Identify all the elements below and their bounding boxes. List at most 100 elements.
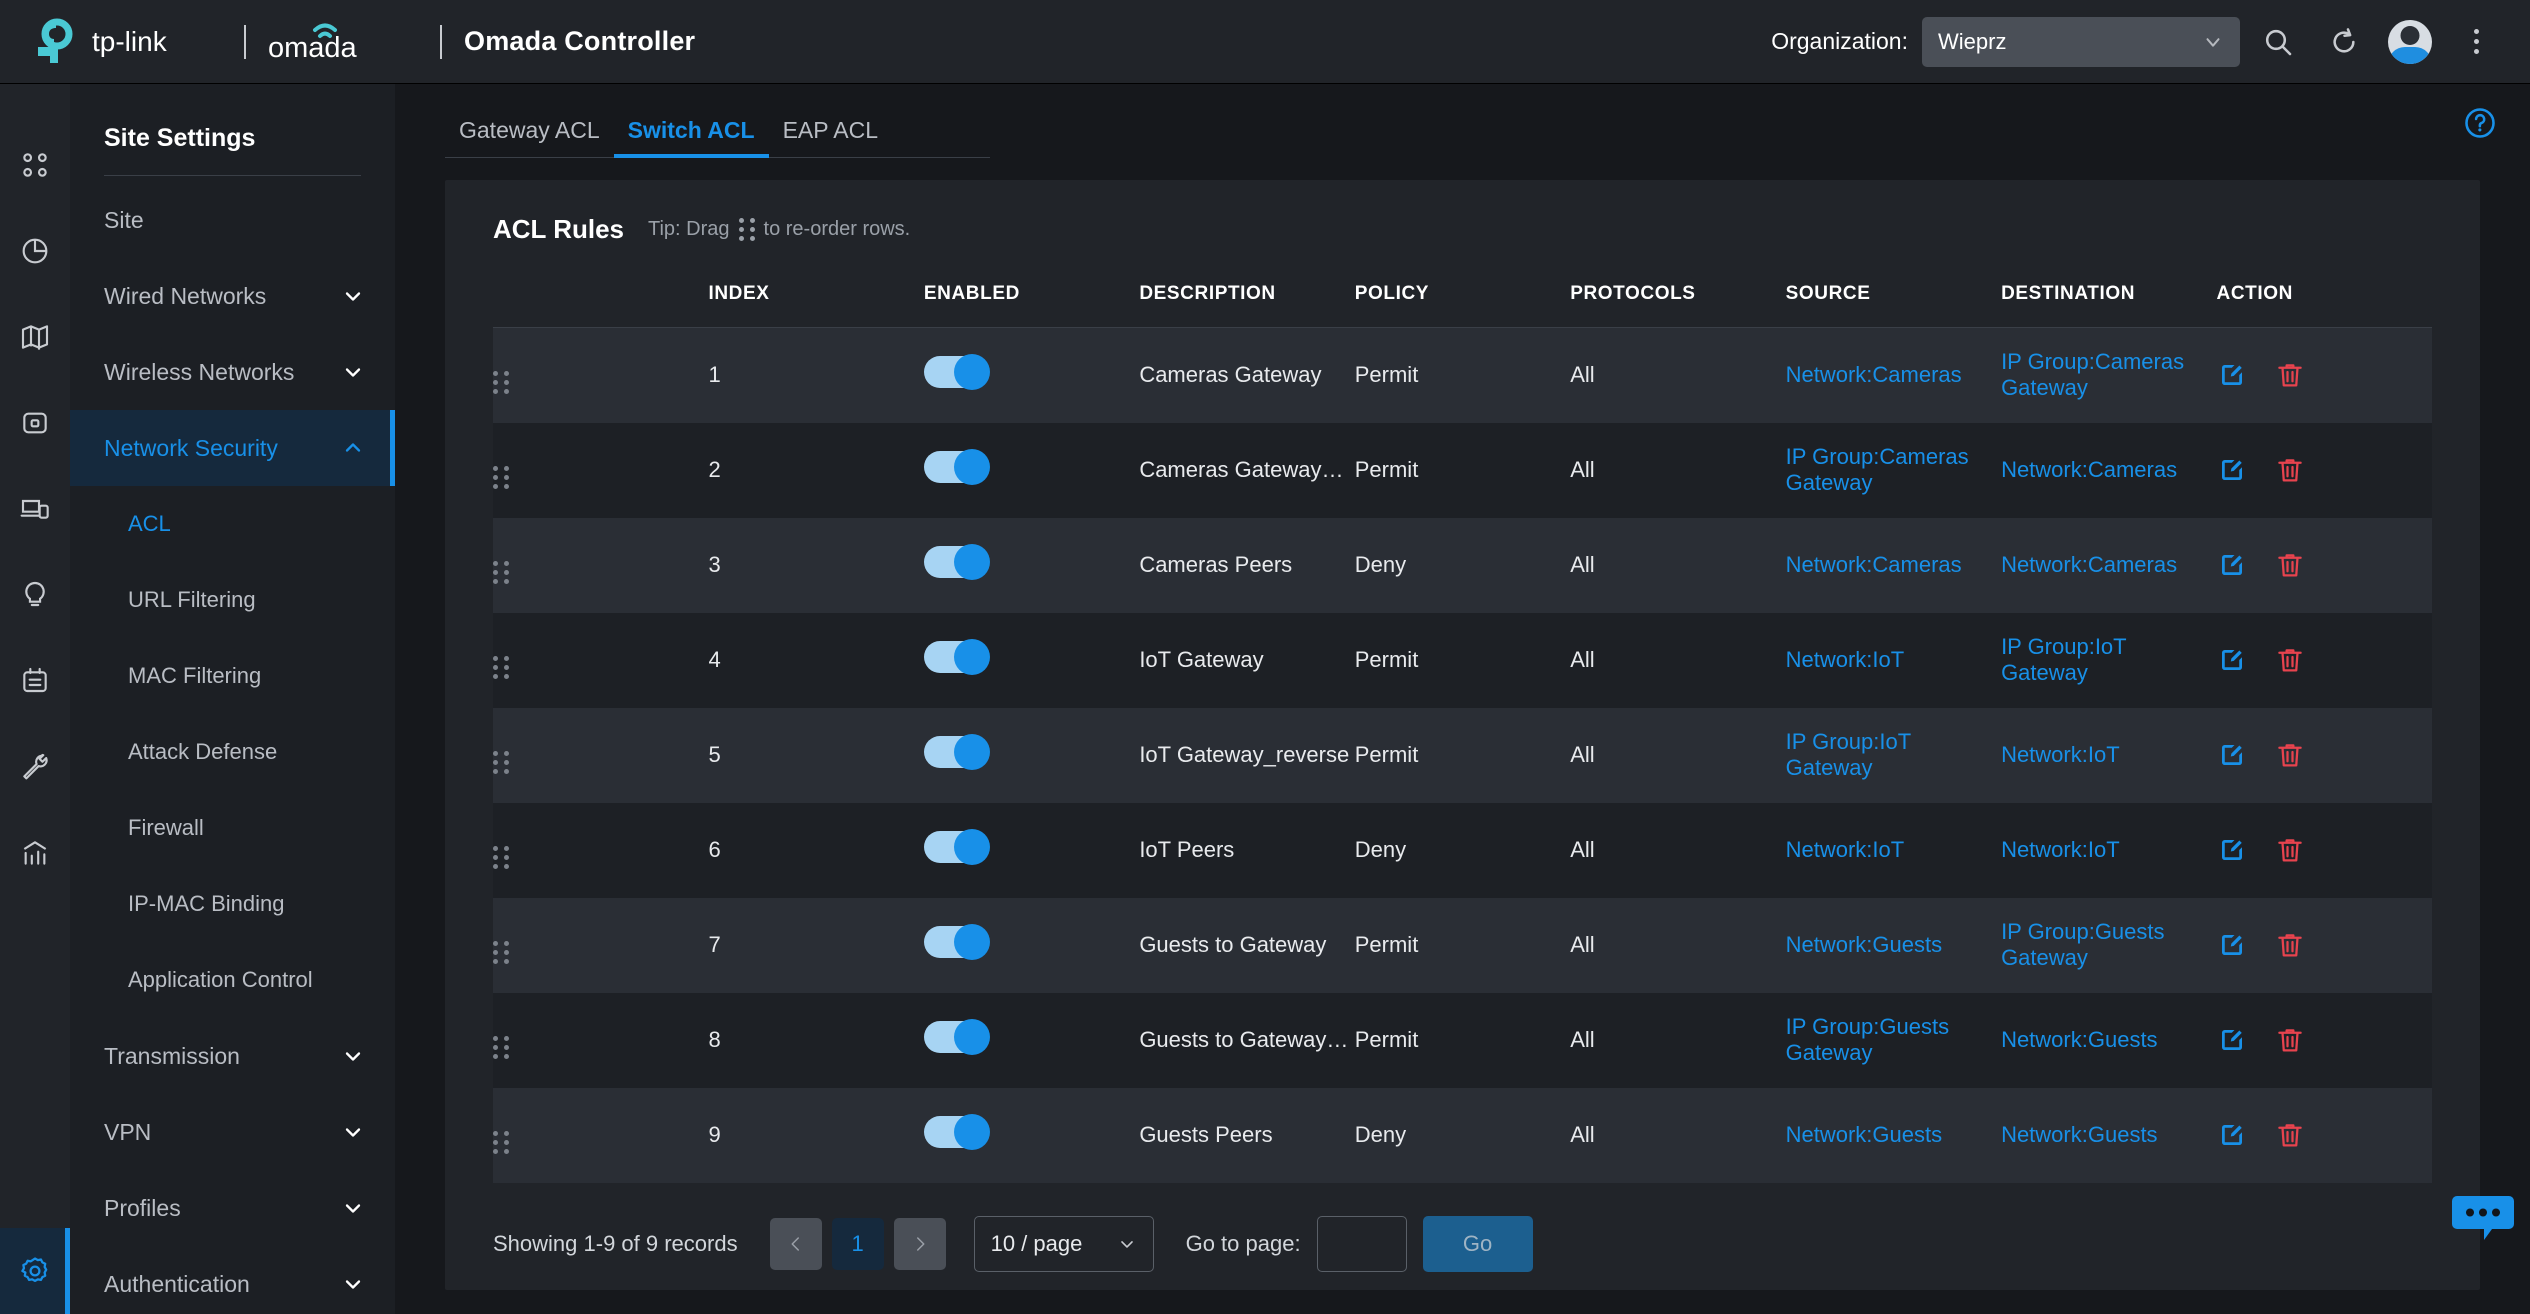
edit-icon[interactable] xyxy=(2217,1025,2247,1055)
enabled-toggle[interactable] xyxy=(923,1114,990,1150)
row-actions[interactable] xyxy=(2217,898,2433,993)
edit-icon[interactable] xyxy=(2217,645,2247,675)
sidebar-item-acl[interactable]: ACL xyxy=(70,486,395,562)
sidebar-item-transmission[interactable]: Transmission xyxy=(70,1018,395,1094)
tab-gateway-acl[interactable]: Gateway ACL xyxy=(445,117,614,158)
sidebar-item-firewall[interactable]: Firewall xyxy=(70,790,395,866)
row-source[interactable]: Network:Cameras xyxy=(1786,518,2001,613)
delete-icon[interactable] xyxy=(2275,835,2305,865)
rail-item-settings[interactable] xyxy=(0,1228,70,1314)
rail-item-insight[interactable] xyxy=(0,552,70,638)
row-actions[interactable] xyxy=(2217,328,2433,423)
row-actions[interactable] xyxy=(2217,803,2433,898)
enabled-toggle[interactable] xyxy=(923,829,990,865)
table-row[interactable]: 1 Cameras Gateway Permit All Network:Cameras… xyxy=(493,327,2433,423)
row-enabled[interactable] xyxy=(923,1088,1139,1183)
row-drag-cell[interactable] xyxy=(493,708,708,803)
rail-item-log[interactable] xyxy=(0,638,70,724)
row-drag-cell[interactable] xyxy=(493,803,708,898)
table-row[interactable]: 7 Guests to Gateway Permit All Network:Guest… xyxy=(493,897,2433,993)
sidebar-item-network-security[interactable]: Network Security xyxy=(70,410,395,486)
edit-icon[interactable] xyxy=(2217,360,2247,390)
sidebar-item-wireless-networks[interactable]: Wireless Networks xyxy=(70,334,395,410)
refresh-button[interactable] xyxy=(2316,14,2372,70)
goto-page-input[interactable] xyxy=(1316,1216,1407,1272)
row-source[interactable]: Network:IoT xyxy=(1786,803,2001,898)
row-enabled[interactable] xyxy=(923,423,1139,518)
row-destination[interactable]: Network:IoT xyxy=(2001,708,2216,803)
row-enabled[interactable] xyxy=(923,328,1139,423)
row-enabled[interactable] xyxy=(923,708,1139,803)
row-drag-cell[interactable] xyxy=(493,328,708,423)
row-actions[interactable] xyxy=(2217,518,2433,613)
row-drag-cell[interactable] xyxy=(493,613,708,708)
enabled-toggle[interactable] xyxy=(923,639,990,675)
delete-icon[interactable] xyxy=(2275,930,2305,960)
drag-handle-icon[interactable] xyxy=(493,656,509,679)
enabled-toggle[interactable] xyxy=(923,544,990,580)
sidebar-item-wired-networks[interactable]: Wired Networks xyxy=(70,258,395,334)
rail-item-devices[interactable] xyxy=(0,380,70,466)
row-enabled[interactable] xyxy=(923,518,1139,613)
row-source[interactable]: IP Group:Cameras Gateway xyxy=(1786,423,2001,518)
drag-handle-icon[interactable] xyxy=(493,1036,509,1059)
row-actions[interactable] xyxy=(2217,423,2433,518)
row-actions[interactable] xyxy=(2217,613,2433,708)
prev-page-button[interactable] xyxy=(769,1218,822,1270)
enabled-toggle[interactable] xyxy=(923,354,990,391)
row-actions[interactable] xyxy=(2217,708,2433,803)
row-enabled[interactable] xyxy=(923,898,1139,993)
next-page-button[interactable] xyxy=(893,1218,946,1270)
sidebar-item-attack-defense[interactable]: Attack Defense xyxy=(70,714,395,790)
enabled-toggle[interactable] xyxy=(923,924,990,960)
edit-icon[interactable] xyxy=(2217,740,2247,770)
enabled-toggle[interactable] xyxy=(923,449,990,485)
edit-icon[interactable] xyxy=(2217,550,2247,580)
row-destination[interactable]: Network:Guests xyxy=(2001,993,2216,1088)
row-drag-cell[interactable] xyxy=(493,898,708,993)
row-drag-cell[interactable] xyxy=(493,993,708,1088)
rail-item-tools[interactable] xyxy=(0,724,70,810)
sidebar-item-mac-filtering[interactable]: MAC Filtering xyxy=(70,638,395,714)
sidebar-item-authentication[interactable]: Authentication xyxy=(70,1246,395,1314)
row-destination[interactable]: Network:Guests xyxy=(2001,1088,2216,1183)
rail-item-clients[interactable] xyxy=(0,466,70,552)
chat-support-button[interactable] xyxy=(2452,1194,2514,1242)
row-destination[interactable]: IP Group:Guests Gateway xyxy=(2001,898,2216,993)
row-destination[interactable]: IP Group:IoT Gateway xyxy=(2001,613,2216,708)
delete-icon[interactable] xyxy=(2275,1025,2305,1055)
table-row[interactable]: 8 Guests to Gateway_rev...Permit All IP Gro… xyxy=(493,992,2432,1088)
row-source[interactable]: Network:Guests xyxy=(1786,1088,2001,1183)
row-destination[interactable]: Network:Cameras xyxy=(2001,423,2216,518)
rail-item-map[interactable] xyxy=(0,294,70,380)
drag-handle-icon[interactable] xyxy=(493,751,509,774)
row-destination[interactable]: Network:IoT xyxy=(2001,803,2216,898)
account-button[interactable] xyxy=(2382,14,2438,70)
rail-item-report[interactable] xyxy=(0,810,70,896)
delete-icon[interactable] xyxy=(2275,360,2305,390)
page-size-select[interactable]: 10 / page xyxy=(973,1216,1154,1272)
drag-handle-icon[interactable] xyxy=(493,846,509,869)
edit-icon[interactable] xyxy=(2217,930,2247,960)
help-button[interactable] xyxy=(2462,105,2498,146)
sidebar-item-site[interactable]: Site xyxy=(70,182,395,258)
sidebar-item-ip-mac-binding[interactable]: IP-MAC Binding xyxy=(70,866,395,942)
delete-icon[interactable] xyxy=(2275,645,2305,675)
drag-handle-icon[interactable] xyxy=(493,371,509,395)
delete-icon[interactable] xyxy=(2275,1120,2305,1150)
sidebar-item-url-filtering[interactable]: URL Filtering xyxy=(70,562,395,638)
tab-switch-acl[interactable]: Switch ACL xyxy=(613,117,769,158)
delete-icon[interactable] xyxy=(2275,455,2305,485)
row-source[interactable]: Network:Guests xyxy=(1786,898,2001,993)
table-row[interactable]: 9 Guests Peers Deny All Network:Guests Networ… xyxy=(493,1087,2432,1183)
row-destination[interactable]: Network:Cameras xyxy=(2001,518,2216,613)
edit-icon[interactable] xyxy=(2217,455,2247,485)
table-row[interactable]: 5 IoT Gateway_reverse Permit All IP Group:Io… xyxy=(493,707,2433,803)
sidebar-item-application-control[interactable]: Application Control xyxy=(70,942,395,1018)
row-drag-cell[interactable] xyxy=(493,518,708,613)
row-drag-cell[interactable] xyxy=(493,423,708,518)
organization-select[interactable]: Wieprz xyxy=(1922,16,2240,67)
search-button[interactable] xyxy=(2250,14,2306,70)
row-enabled[interactable] xyxy=(923,803,1139,898)
tab-eap-acl[interactable]: EAP ACL xyxy=(769,117,892,158)
